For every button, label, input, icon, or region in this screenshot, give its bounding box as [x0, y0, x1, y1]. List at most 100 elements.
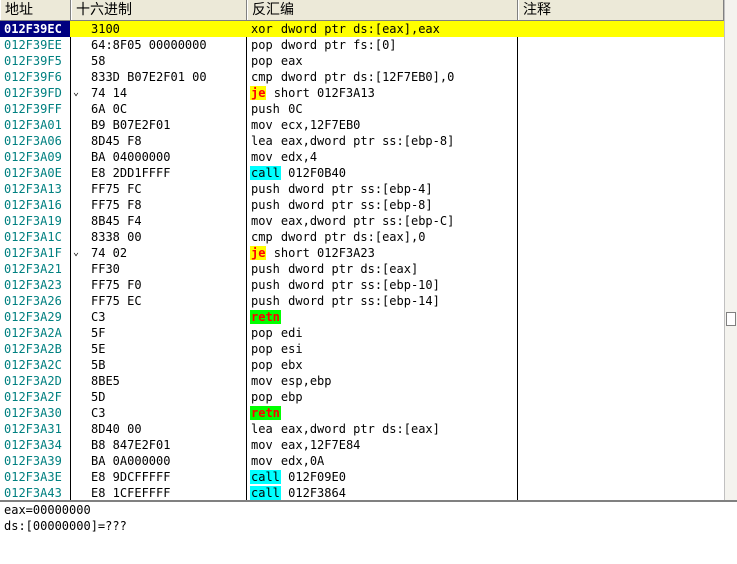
row-mnemonic: call: [250, 470, 281, 484]
row-disassembly: call 012F3864: [250, 485, 515, 500]
code-row[interactable]: 012F3A19 8B45 F4 mov eax,dword ptr ss:[ebp…: [0, 213, 724, 229]
code-row[interactable]: 012F3A2C 5B pop ebx: [0, 357, 724, 373]
row-hex: 58: [91, 54, 106, 68]
row-address: 012F3A06: [4, 134, 62, 148]
row-operands: 0C: [288, 102, 303, 116]
row-operands: esp,ebp: [280, 374, 332, 388]
row-mnemonic: lea: [251, 134, 273, 148]
row-mnemonic: call: [250, 166, 281, 180]
jump-marker-icon: [73, 405, 85, 421]
code-row[interactable]: 012F3A13 FF75 FC push dword ptr ss:[ebp-4]: [0, 181, 724, 197]
code-row[interactable]: 012F3A26 FF75 EC push dword ptr ss:[ebp-14…: [0, 293, 724, 309]
jump-marker-icon: [73, 53, 85, 69]
row-disassembly: pop edi: [250, 325, 515, 341]
row-address: 012F3A2B: [4, 342, 62, 356]
row-mnemonic: pop: [251, 38, 273, 52]
code-row[interactable]: 012F3A16 FF75 F8 push dword ptr ss:[ebp-8]: [0, 197, 724, 213]
code-row[interactable]: 012F3A34 B8 847E2F01 mov eax,12F7E84: [0, 437, 724, 453]
row-operands: ebx: [280, 358, 303, 372]
row-disassembly: mov ecx,12F7EB0: [250, 117, 515, 133]
column-header-disassembly[interactable]: 反汇编: [247, 0, 518, 20]
jump-marker-icon: ⌄: [73, 247, 80, 258]
jump-marker-icon: [73, 309, 85, 325]
row-disassembly: push 0C: [250, 101, 515, 117]
row-address: 012F3A2D: [4, 374, 62, 388]
row-hex: FF30: [91, 262, 120, 276]
jump-marker-icon: [73, 373, 85, 389]
row-address: 012F3A1C: [4, 230, 62, 244]
jump-marker-icon: [73, 117, 85, 133]
row-hex: 8D40 00: [91, 422, 142, 436]
jump-marker-icon: ⌄: [73, 87, 80, 98]
row-mnemonic: call: [250, 486, 281, 500]
column-header-hex[interactable]: 十六进制: [71, 0, 247, 20]
code-row[interactable]: 012F3A31 8D40 00 lea eax,dword ptr ds:[eax…: [0, 421, 724, 437]
row-disassembly: push dword ptr ss:[ebp-14]: [250, 293, 515, 309]
code-row[interactable]: 012F3A1C 8338 00 cmp dword ptr ds:[eax],0: [0, 229, 724, 245]
row-hex: E8 2DD1FFFF: [91, 166, 171, 180]
code-row[interactable]: 012F3A01 B9 B07E2F01 mov ecx,12F7EB0: [0, 117, 724, 133]
code-row[interactable]: 012F3A39 BA 0A000000 mov edx,0A: [0, 453, 724, 469]
scrollbar-thumb[interactable]: [726, 312, 736, 326]
row-address: 012F3A26: [4, 294, 62, 308]
column-header-comment[interactable]: 注释: [518, 0, 724, 20]
jump-marker-icon: [73, 437, 85, 453]
jump-marker-icon: [73, 21, 85, 37]
code-row[interactable]: 012F3A06 8D45 F8 lea eax,dword ptr ss:[ebp…: [0, 133, 724, 149]
column-header-address[interactable]: 地址: [0, 0, 71, 20]
code-row[interactable]: 012F39F5 58 pop eax: [0, 53, 724, 69]
row-mnemonic: pop: [251, 342, 273, 356]
row-operands: edx,0A: [280, 454, 325, 468]
code-row[interactable]: 012F3A0E E8 2DD1FFFF call 012F0B40: [0, 165, 724, 181]
row-operands: ecx,12F7EB0: [280, 118, 361, 132]
row-mnemonic: mov: [251, 438, 273, 452]
code-row[interactable]: 012F39FD ⌄ 74 14 je short 012F3A13: [0, 85, 724, 101]
jump-marker-icon: [73, 357, 85, 373]
code-row[interactable]: 012F39F6 833D B07E2F01 00 cmp dword ptr ds…: [0, 69, 724, 85]
code-row[interactable]: 012F3A23 FF75 F0 push dword ptr ss:[ebp-10…: [0, 277, 724, 293]
row-mnemonic: push: [251, 278, 280, 292]
row-disassembly: retn: [250, 309, 515, 325]
row-disassembly: mov edx,4: [250, 149, 515, 165]
row-address: 012F39FD: [4, 86, 62, 100]
jump-marker-icon: [73, 165, 85, 181]
row-mnemonic: push: [251, 102, 280, 116]
code-row[interactable]: 012F3A2A 5F pop edi: [0, 325, 724, 341]
row-address: 012F3A2F: [4, 390, 62, 404]
row-disassembly: pop esi: [250, 341, 515, 357]
row-address: 012F3A30: [4, 406, 62, 420]
code-row[interactable]: 012F3A21 FF30 push dword ptr ds:[eax]: [0, 261, 724, 277]
code-row[interactable]: 012F3A2D 8BE5 mov esp,ebp: [0, 373, 724, 389]
jump-marker-icon: [73, 421, 85, 437]
row-operands: edi: [280, 326, 303, 340]
row-hex: FF75 F8: [91, 198, 142, 212]
code-row[interactable]: 012F3A1F ⌄ 74 02 je short 012F3A23: [0, 245, 724, 261]
code-row[interactable]: 012F3A29 C3 retn: [0, 309, 724, 325]
code-row[interactable]: 012F3A09 BA 04000000 mov edx,4: [0, 149, 724, 165]
code-row[interactable]: 012F39FF 6A 0C push 0C: [0, 101, 724, 117]
code-row[interactable]: 012F3A3E E8 9DCFFFFF call 012F09E0: [0, 469, 724, 485]
code-row[interactable]: 012F3A30 C3 retn: [0, 405, 724, 421]
row-address: 012F3A31: [4, 422, 62, 436]
row-disassembly: je short 012F3A13: [250, 85, 515, 101]
row-disassembly: je short 012F3A23: [250, 245, 515, 261]
disassembly-pane[interactable]: 地址 十六进制 反汇编 注释 012F39EC 3100 xor dword ptr…: [0, 0, 737, 500]
code-row[interactable]: 012F39EC 3100 xor dword ptr ds:[eax],eax: [0, 21, 724, 37]
row-disassembly: cmp dword ptr ds:[eax],0: [250, 229, 515, 245]
row-address: 012F3A29: [4, 310, 62, 324]
row-hex: E8 9DCFFFFF: [91, 470, 171, 484]
code-row[interactable]: 012F3A2B 5E pop esi: [0, 341, 724, 357]
row-address: 012F39EE: [4, 38, 62, 52]
code-row[interactable]: 012F3A43 E8 1CFEFFFF call 012F3864: [0, 485, 724, 500]
row-address: 012F3A16: [4, 198, 62, 212]
code-row[interactable]: 012F39EE 64:8F05 00000000 pop dword ptr fs…: [0, 37, 724, 53]
row-hex: B9 B07E2F01: [91, 118, 171, 132]
row-address: 012F3A13: [4, 182, 62, 196]
row-address: 012F3A0E: [4, 166, 62, 180]
row-address: 012F3A2A: [4, 326, 62, 340]
jump-marker-icon: [73, 325, 85, 341]
vertical-scrollbar[interactable]: [724, 0, 737, 500]
row-mnemonic: retn: [250, 406, 281, 420]
code-row[interactable]: 012F3A2F 5D pop ebp: [0, 389, 724, 405]
row-disassembly: pop dword ptr fs:[0]: [250, 37, 515, 53]
